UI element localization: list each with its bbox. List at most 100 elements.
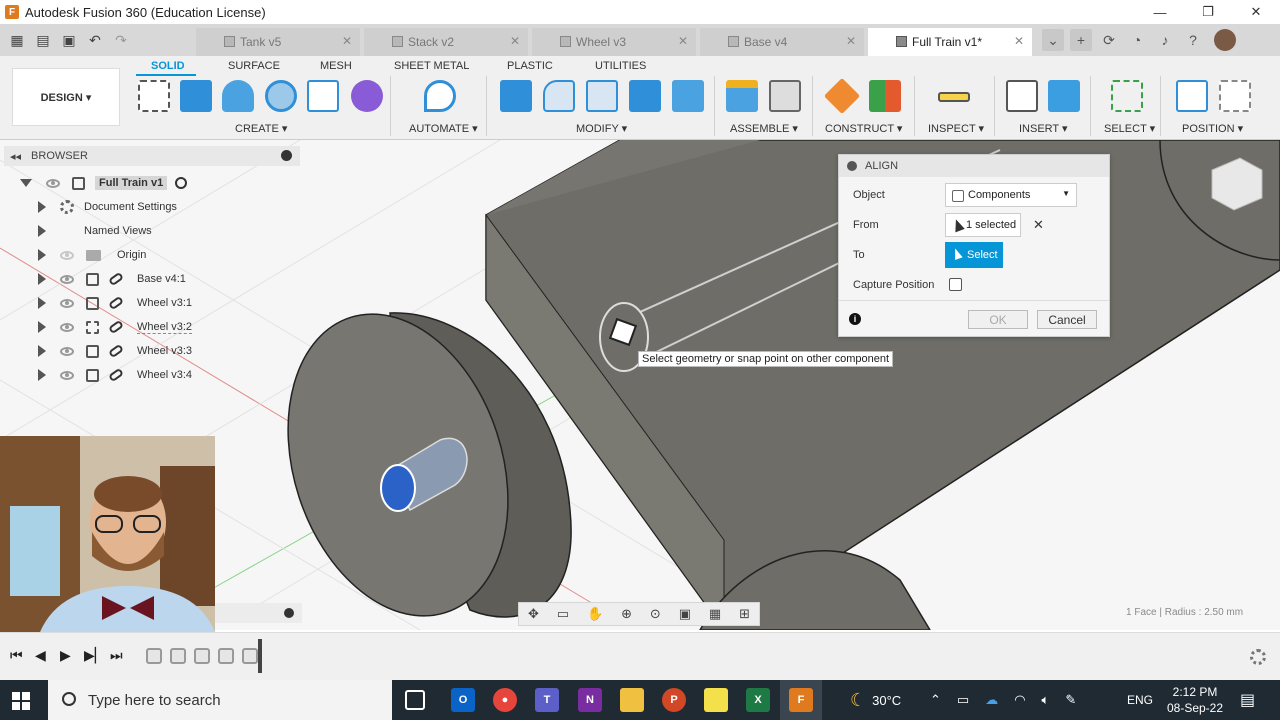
- display-settings-icon[interactable]: ▣: [679, 606, 691, 622]
- sync-icon[interactable]: ⟳: [1098, 29, 1120, 51]
- automate-menu[interactable]: AUTOMATE ▾: [409, 122, 478, 135]
- ok-button[interactable]: OK: [968, 310, 1028, 329]
- to-select-button[interactable]: Select: [945, 242, 1003, 268]
- onenote-icon[interactable]: N: [578, 688, 602, 712]
- notifications-icon[interactable]: ▤: [1240, 680, 1255, 720]
- fit-icon[interactable]: ⊙: [650, 606, 661, 622]
- collapse-icon[interactable]: [281, 150, 292, 161]
- new-tab-icon[interactable]: +: [1070, 29, 1092, 51]
- tab-full-train[interactable]: Full Train v1* ✕: [868, 28, 1032, 56]
- press-pull-icon[interactable]: [500, 80, 532, 112]
- measure-icon[interactable]: [938, 92, 970, 102]
- fusion-360-icon[interactable]: F: [789, 688, 813, 712]
- visibility-icon[interactable]: [60, 298, 74, 308]
- revert-position-icon[interactable]: [1219, 80, 1251, 112]
- shell-icon[interactable]: [586, 80, 618, 112]
- timeline-feature-icon[interactable]: [194, 648, 210, 664]
- close-icon[interactable]: ✕: [678, 34, 688, 48]
- tree-item-wheel-2[interactable]: Wheel v3:2: [38, 317, 193, 337]
- automate-icon[interactable]: [424, 80, 456, 112]
- expand-icon[interactable]: [38, 225, 46, 237]
- close-button[interactable]: ✕: [1232, 0, 1280, 24]
- collapse-icon[interactable]: [847, 161, 857, 171]
- step-forward-icon[interactable]: ▶▏: [84, 647, 106, 664]
- tab-sheet-metal[interactable]: SHEET METAL: [394, 60, 469, 72]
- insert-derive-icon[interactable]: [1006, 80, 1038, 112]
- object-dropdown[interactable]: Components ▼: [945, 183, 1077, 207]
- cancel-button[interactable]: Cancel: [1037, 310, 1097, 329]
- notification-bell-icon[interactable]: ♪: [1154, 29, 1176, 51]
- position-menu[interactable]: POSITION ▾: [1182, 122, 1243, 135]
- go-to-start-icon[interactable]: ⏮: [10, 647, 23, 664]
- expand-icon[interactable]: [38, 201, 46, 213]
- tab-solid[interactable]: SOLID: [151, 60, 185, 72]
- tab-base[interactable]: Base v4 ✕: [700, 28, 864, 56]
- teams-icon[interactable]: T: [535, 688, 559, 712]
- gear-icon[interactable]: [1250, 649, 1266, 665]
- job-status-icon[interactable]: ◔: [1126, 29, 1148, 51]
- inspect-menu[interactable]: INSPECT ▾: [928, 122, 984, 135]
- tree-item-wheel-1[interactable]: Wheel v3:1: [38, 293, 192, 313]
- visibility-icon[interactable]: [60, 274, 74, 284]
- from-selection[interactable]: 1 selected: [945, 213, 1021, 237]
- tab-surface[interactable]: SURFACE: [228, 60, 280, 72]
- insert-menu[interactable]: INSERT ▾: [1019, 122, 1068, 135]
- chevron-up-icon[interactable]: ⌃: [930, 692, 941, 708]
- visibility-icon[interactable]: [60, 370, 74, 380]
- avatar[interactable]: [1214, 29, 1236, 51]
- language-indicator[interactable]: ENG: [1127, 680, 1153, 720]
- tab-plastic[interactable]: PLASTIC: [507, 60, 553, 72]
- close-icon[interactable]: ✕: [846, 34, 856, 48]
- pan-icon[interactable]: ✋: [587, 606, 603, 622]
- save-icon[interactable]: ▣: [58, 32, 80, 49]
- minimize-button[interactable]: —: [1136, 0, 1184, 24]
- tab-tank[interactable]: Tank v5 ✕: [196, 28, 360, 56]
- create-sketch-icon[interactable]: [138, 80, 170, 112]
- expand-icon[interactable]: [38, 297, 46, 309]
- workspace-switcher[interactable]: DESIGN ▾: [12, 68, 120, 126]
- onedrive-icon[interactable]: ☁: [985, 692, 998, 708]
- viewports-icon[interactable]: ⊞: [739, 606, 750, 622]
- taskbar-clock[interactable]: 2:12 PM 08-Sep-22: [1160, 684, 1230, 716]
- timeline-feature-icon[interactable]: [218, 648, 234, 664]
- tab-mesh[interactable]: MESH: [320, 60, 352, 72]
- play-icon[interactable]: ▶: [60, 647, 71, 664]
- new-component-icon[interactable]: [726, 80, 758, 112]
- tree-item-wheel-4[interactable]: Wheel v3:4: [38, 365, 192, 385]
- fillet-icon[interactable]: [543, 80, 575, 112]
- tree-item-wheel-3[interactable]: Wheel v3:3: [38, 341, 192, 361]
- tree-item-origin[interactable]: Origin: [38, 245, 146, 265]
- orbit-icon[interactable]: ✥: [528, 606, 539, 622]
- undo-icon[interactable]: ↶: [84, 32, 106, 49]
- timeline-feature-icon[interactable]: [170, 648, 186, 664]
- taskbar-search-input[interactable]: Type here to search: [48, 680, 392, 720]
- select-menu[interactable]: SELECT ▾: [1104, 122, 1155, 135]
- capture-position-checkbox[interactable]: [949, 278, 962, 291]
- pattern-icon[interactable]: [307, 80, 339, 112]
- timeline-feature-icon[interactable]: [146, 648, 162, 664]
- redo-icon[interactable]: ↷: [110, 32, 132, 49]
- info-icon[interactable]: i: [849, 313, 861, 325]
- insert-image-icon[interactable]: [1048, 80, 1080, 112]
- battery-icon[interactable]: ▭: [957, 692, 969, 708]
- combine-icon[interactable]: [629, 80, 661, 112]
- timeline-marker[interactable]: [258, 639, 262, 673]
- revolve-icon[interactable]: [222, 80, 254, 112]
- outlook-icon[interactable]: O: [451, 688, 475, 712]
- joint-icon[interactable]: [769, 80, 801, 112]
- expand-icon[interactable]: [38, 273, 46, 285]
- pen-icon[interactable]: ✎: [1065, 692, 1076, 708]
- assemble-menu[interactable]: ASSEMBLE ▾: [730, 122, 798, 135]
- tree-item-named-views[interactable]: Named Views: [38, 221, 152, 241]
- chevron-down-icon[interactable]: ⌄: [1042, 29, 1064, 51]
- align-icon[interactable]: [672, 80, 704, 112]
- file-explorer-icon[interactable]: [620, 688, 644, 712]
- collapse-left-icon[interactable]: ◂◂: [10, 150, 21, 163]
- grid-menu-icon[interactable]: ▦: [6, 32, 28, 49]
- modify-menu[interactable]: MODIFY ▾: [576, 122, 627, 135]
- help-icon[interactable]: ?: [1182, 29, 1204, 51]
- tab-utilities[interactable]: UTILITIES: [595, 60, 646, 72]
- chrome-icon[interactable]: ●: [493, 688, 517, 712]
- tab-stack[interactable]: Stack v2 ✕: [364, 28, 528, 56]
- tree-item-base[interactable]: Base v4:1: [38, 269, 186, 289]
